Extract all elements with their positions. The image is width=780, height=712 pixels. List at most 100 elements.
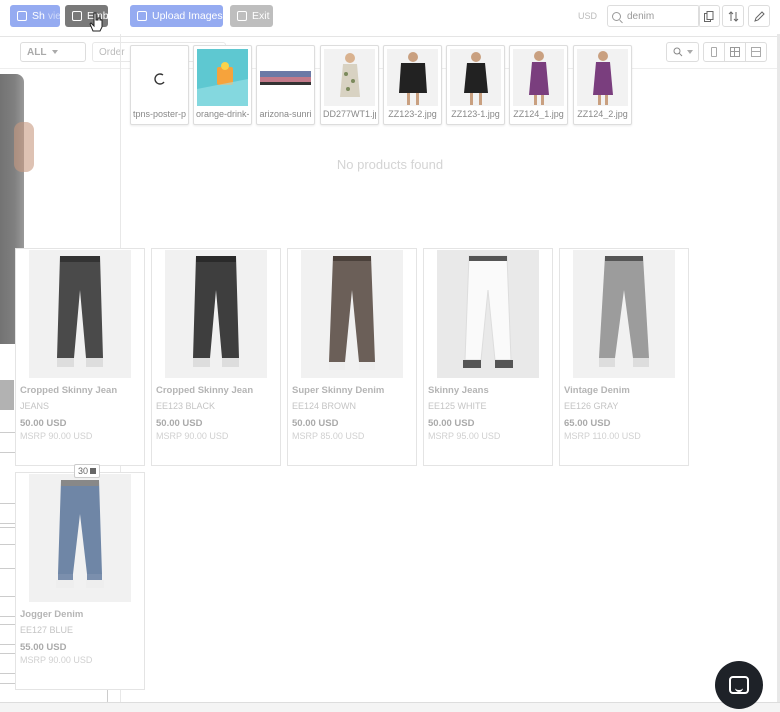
product-msrp: MSRP 90.00 USD <box>156 431 229 441</box>
product-card[interactable]: Cropped Skinny Jean EE123 BLACK 50.00 US… <box>151 248 281 466</box>
image-caption: DD277WT1.jp <box>323 109 376 119</box>
image-preview <box>260 49 311 106</box>
product-price: 50.00 USD <box>428 418 475 429</box>
view-list-button[interactable] <box>746 43 766 61</box>
image-caption: arizona-sunri <box>259 109 312 119</box>
image-preview <box>513 49 564 106</box>
grid-icon <box>730 47 740 57</box>
image-preview <box>450 49 501 106</box>
jeans-image <box>599 256 649 367</box>
edit-button[interactable] <box>748 5 770 27</box>
product-price: 65.00 USD <box>564 418 611 429</box>
product-sku: EE127 BLUE <box>20 625 74 635</box>
product-msrp: MSRP 90.00 USD <box>20 655 93 665</box>
image-thumb[interactable]: ZZ124_1.jpg <box>509 45 568 125</box>
exit-icon <box>237 11 247 21</box>
preview-icon <box>17 11 27 21</box>
image-preview <box>387 49 438 106</box>
preview-label: Sh <box>32 10 45 22</box>
image-thumb[interactable]: ZZ123-2.jpg <box>383 45 442 125</box>
product-name: Cropped Skinny Jean <box>156 385 254 396</box>
jeans-image <box>463 255 513 368</box>
upload-icon <box>137 11 147 21</box>
upload-label: Upload Images <box>152 10 223 22</box>
count-badge: 30 <box>74 464 101 478</box>
product-msrp: MSRP 110.00 USD <box>564 431 641 441</box>
product-sku: EE126 GRAY <box>564 401 619 411</box>
product-name: Vintage Denim <box>564 385 630 396</box>
zoom-icon <box>673 47 682 57</box>
spinner-icon <box>154 73 165 85</box>
image-preview <box>197 49 248 106</box>
product-name: Super Skinny Denim <box>292 385 385 396</box>
product-card[interactable]: Skinny Jeans EE125 WHITE 50.00 USD MSRP … <box>423 248 553 466</box>
currency-label: USD <box>578 11 598 21</box>
product-sku: EE123 BLACK <box>156 401 216 411</box>
image-caption: tpns-poster-p <box>133 109 186 119</box>
product-sku: JEANS <box>20 401 50 411</box>
share-ghost-text: are <box>106 11 121 22</box>
search-input[interactable]: denim <box>607 5 700 27</box>
image-thumb[interactable]: ZZ124_2.jpg <box>573 45 632 125</box>
product-card[interactable]: Super Skinny Denim EE124 BROWN 50.00 USD… <box>287 248 417 466</box>
product-price: 50.00 USD <box>20 418 67 429</box>
product-price: 55.00 USD <box>20 642 67 653</box>
product-image <box>437 250 539 378</box>
jeans-image <box>329 256 375 370</box>
product-image <box>29 474 131 602</box>
phone-icon <box>711 47 717 57</box>
image-thumb[interactable]: arizona-sunri <box>256 45 315 125</box>
image-thumb[interactable]: DD277WT1.jp <box>320 45 379 125</box>
view-grid-button[interactable] <box>725 43 746 61</box>
product-sku: EE124 BROWN <box>292 401 357 411</box>
product-name: Jogger Denim <box>20 609 84 620</box>
product-card[interactable]: Jogger Denim EE127 BLUE 55.00 USD MSRP 9… <box>15 472 145 690</box>
bottom-scrollbar[interactable] <box>0 702 780 712</box>
image-thumb[interactable]: ZZ123-1.jpg <box>446 45 505 125</box>
product-card[interactable]: Cropped Skinny Jean JEANS 50.00 USD MSRP… <box>15 248 145 466</box>
product-name: Cropped Skinny Jean <box>20 385 118 396</box>
image-thumb[interactable]: tpns-poster-p <box>130 45 189 125</box>
image-thumb[interactable]: orange-drink- <box>193 45 252 125</box>
exit-label: Exit <box>252 10 270 22</box>
copy-icon <box>704 10 714 22</box>
loading-image <box>134 49 185 106</box>
product-price: 50.00 USD <box>156 418 203 429</box>
view-mobile-button[interactable] <box>704 43 725 61</box>
image-caption: ZZ123-1.jpg <box>451 109 500 119</box>
product-name: Skinny Jeans <box>428 385 489 396</box>
search-icon <box>612 11 621 21</box>
product-card[interactable]: Vintage Denim EE126 GRAY 65.00 USD MSRP … <box>559 248 689 466</box>
product-msrp: MSRP 90.00 USD <box>20 431 93 441</box>
empty-message: No products found <box>336 157 444 172</box>
product-sku: EE125 WHITE <box>428 401 487 411</box>
list-grid-icon <box>751 47 761 57</box>
image-icon <box>90 468 97 474</box>
sort-button[interactable] <box>722 5 744 27</box>
image-caption: orange-drink- <box>196 109 249 119</box>
sort-icon <box>728 10 738 22</box>
product-price: 50.00 USD <box>292 418 339 429</box>
jeans-image <box>56 480 104 588</box>
image-preview <box>577 49 628 106</box>
product-msrp: MSRP 85.00 USD <box>292 431 365 441</box>
product-image <box>165 250 267 378</box>
partial-thumb <box>0 380 14 410</box>
image-caption: ZZ124_2.jpg <box>577 109 628 119</box>
upload-images-button[interactable]: Upload Images <box>130 5 223 27</box>
copy-button[interactable] <box>698 5 720 27</box>
embed-icon <box>72 11 82 21</box>
jeans-image <box>193 256 239 367</box>
product-image <box>573 250 675 378</box>
edit-icon <box>753 10 765 22</box>
zoom-dropdown[interactable] <box>666 42 699 62</box>
chat-launcher-button[interactable] <box>715 661 763 709</box>
exit-button[interactable]: Exit <box>230 5 273 27</box>
count-value: 30 <box>78 466 89 476</box>
product-image <box>29 250 131 378</box>
product-image <box>301 250 403 378</box>
view-mode-group <box>703 42 767 62</box>
chat-icon <box>729 676 749 694</box>
image-caption: ZZ123-2.jpg <box>388 109 437 119</box>
image-preview <box>324 49 375 106</box>
